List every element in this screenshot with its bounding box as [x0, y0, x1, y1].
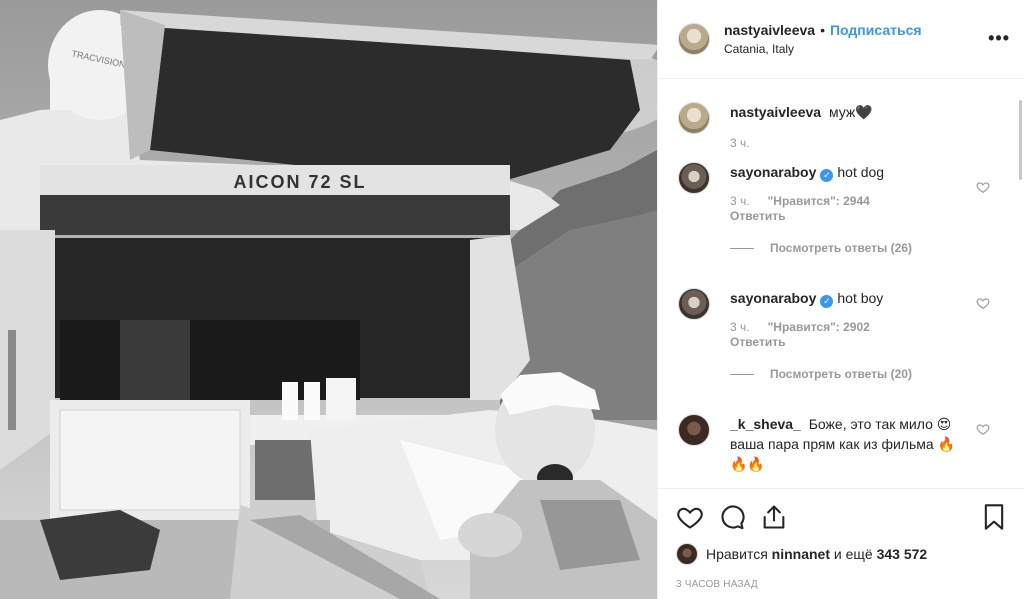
- view-replies-button[interactable]: Посмотреть ответы (26): [730, 238, 965, 258]
- comment-text: hot boy: [837, 290, 884, 306]
- comment-username[interactable]: _k_sheva_: [730, 416, 801, 432]
- caption-time[interactable]: 3 ч.: [730, 136, 750, 150]
- likes-count[interactable]: 343 572: [877, 546, 928, 562]
- share-icon[interactable]: [760, 503, 788, 531]
- instagram-post-view: TRACVISION AICON 72 SL nastyaivleeva • П…: [0, 0, 1024, 599]
- author-username[interactable]: nastyaivleeva: [724, 22, 815, 38]
- caption-username[interactable]: nastyaivleeva: [730, 104, 821, 120]
- post-header: nastyaivleeva • Подписаться Catania, Ita…: [658, 0, 1024, 79]
- comment-time[interactable]: 3 ч.: [730, 194, 750, 208]
- bookmark-icon[interactable]: [980, 503, 1008, 531]
- comment-like-heart-icon[interactable]: [976, 180, 990, 194]
- action-icons-row: [676, 501, 1008, 533]
- comment-text: hot dog: [837, 164, 885, 180]
- likes-prefix: Нравится: [706, 546, 768, 562]
- commenter-avatar[interactable]: [678, 288, 710, 320]
- post-sidebar: nastyaivleeva • Подписаться Catania, Ita…: [657, 0, 1024, 599]
- heart-icon[interactable]: [676, 503, 704, 531]
- comments-scrollbar[interactable]: [1019, 100, 1022, 180]
- author-avatar[interactable]: [678, 23, 710, 55]
- view-replies-label: Посмотреть ответы (20): [770, 367, 912, 381]
- comment-item: _k_sheva_ Боже, это так мило 😍 ваша пара…: [678, 384, 1008, 474]
- commenter-avatar[interactable]: [678, 414, 710, 446]
- caption-avatar[interactable]: [678, 102, 710, 134]
- liker-username[interactable]: ninnanet: [772, 546, 830, 562]
- liker-avatar[interactable]: [676, 543, 698, 565]
- comment-username[interactable]: sayonaraboy: [730, 164, 816, 180]
- comment-item: sayonaraboy ✓ hot boy 3 ч. "Нравится": 290…: [678, 258, 1008, 384]
- likes-summary[interactable]: Нравится ninnanet и ещё 343 572: [676, 543, 1008, 565]
- comment-item: sayonaraboy ✓ hot dog 3 ч. "Нравится": 294…: [678, 150, 1008, 258]
- posted-time[interactable]: 3 часов назад: [676, 579, 1008, 590]
- view-replies-button[interactable]: Посмотреть ответы (20): [730, 364, 965, 384]
- likes-connector: и ещё: [833, 546, 873, 562]
- caption-text: муж🖤: [828, 104, 873, 120]
- verified-badge-icon: ✓: [820, 295, 834, 308]
- post-actions: Нравится ninnanet и ещё 343 572 3 часов …: [658, 488, 1024, 599]
- comment-icon[interactable]: [718, 503, 746, 531]
- verified-badge-icon: ✓: [820, 169, 834, 182]
- reply-button[interactable]: Ответить: [730, 208, 965, 224]
- post-photo[interactable]: TRACVISION AICON 72 SL: [0, 0, 657, 599]
- replies-divider-line: [730, 247, 754, 249]
- comments-list[interactable]: nastyaivleeva муж🖤 3 ч. sayonaraboy ✓ hot …: [658, 80, 1024, 488]
- comment-likes[interactable]: "Нравится": 2902: [768, 320, 870, 334]
- follow-button[interactable]: Подписаться: [830, 22, 922, 38]
- comment-like-heart-icon[interactable]: [976, 296, 990, 310]
- caption-item: nastyaivleeva муж🖤 3 ч.: [678, 80, 1008, 150]
- yacht-photo-illustration: TRACVISION AICON 72 SL: [0, 0, 657, 599]
- comment-like-heart-icon[interactable]: [976, 422, 990, 436]
- separator-dot: •: [820, 22, 825, 38]
- yacht-name-label: AICON 72 SL: [233, 172, 366, 192]
- post-location[interactable]: Catania, Italy: [724, 42, 922, 56]
- replies-divider-line: [730, 373, 754, 375]
- more-options-icon[interactable]: •••: [988, 28, 1010, 49]
- author-info: nastyaivleeva • Подписаться Catania, Ita…: [724, 22, 922, 56]
- comment-time[interactable]: 3 ч.: [730, 320, 750, 334]
- commenter-avatar[interactable]: [678, 162, 710, 194]
- view-replies-label: Посмотреть ответы (26): [770, 241, 912, 255]
- comment-likes[interactable]: "Нравится": 2944: [768, 194, 870, 208]
- reply-button[interactable]: Ответить: [730, 334, 965, 350]
- comment-username[interactable]: sayonaraboy: [730, 290, 816, 306]
